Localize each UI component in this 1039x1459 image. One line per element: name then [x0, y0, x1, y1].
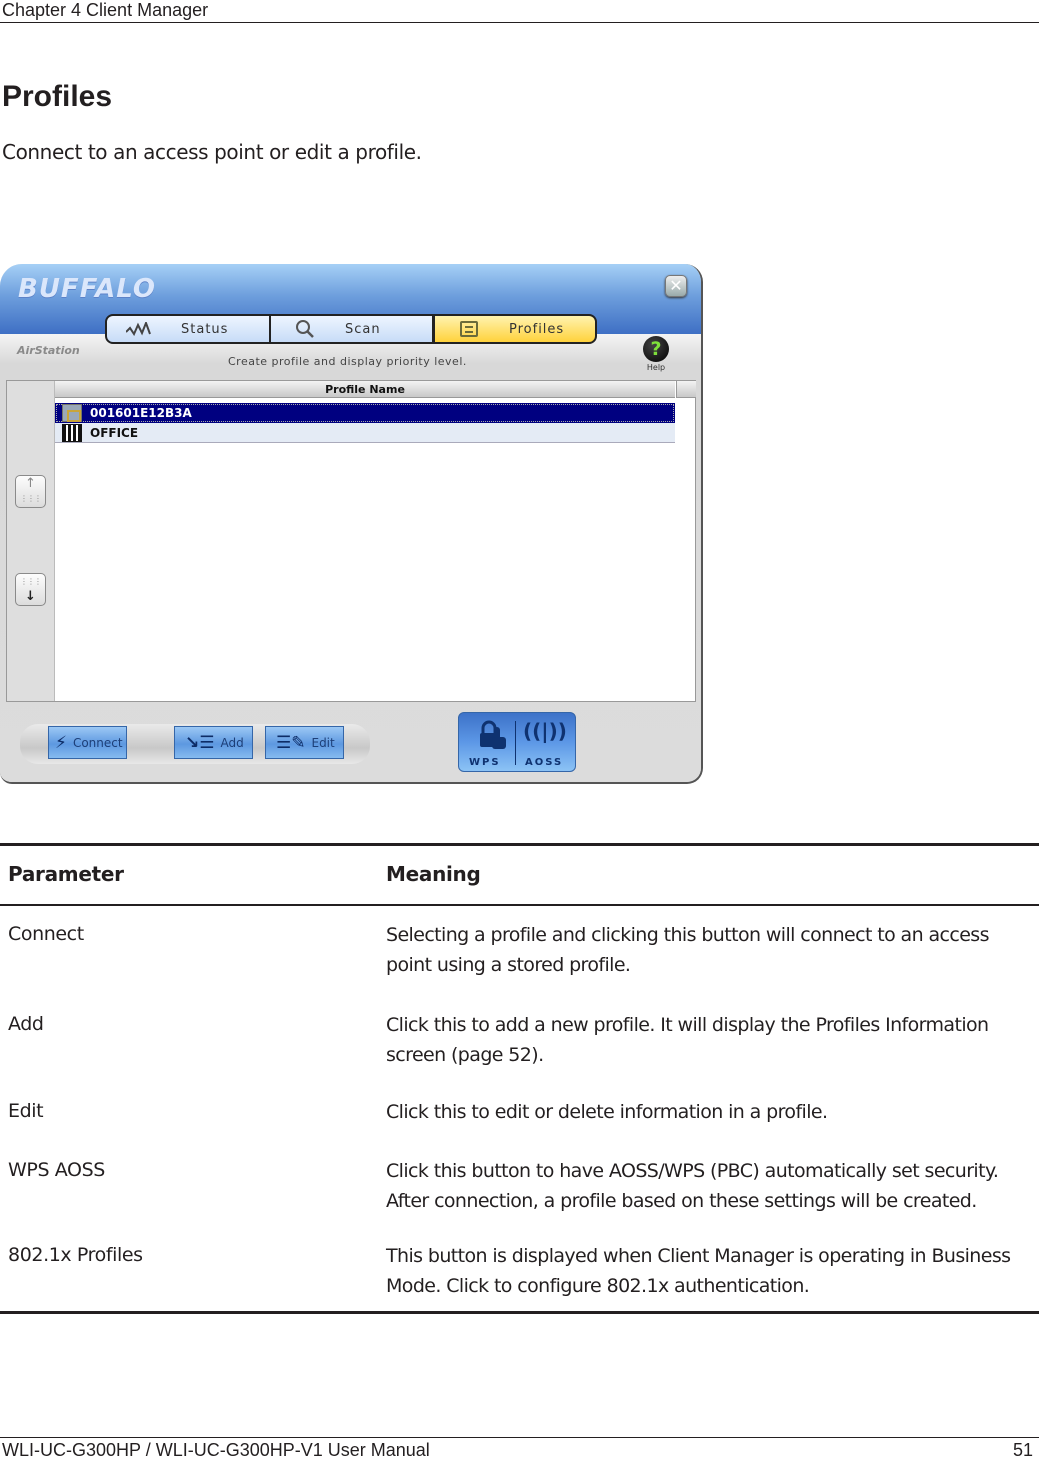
add-button[interactable]: ↘☰ Add — [174, 726, 253, 759]
table-row-meaning: Click this to edit or delete information… — [386, 1101, 828, 1123]
client-manager-window: BUFFALO ✕ Status Scan Profiles AirStatio… — [0, 264, 703, 784]
chapter-header: Chapter 4 Client Manager — [2, 0, 209, 20]
aoss-label: AOSS — [525, 757, 564, 768]
wireless-signal-icon: ((|)) — [523, 719, 567, 743]
magnifier-icon — [285, 319, 325, 339]
wps-aoss-button[interactable]: ((|)) WPS AOSS — [458, 712, 576, 772]
building-icon — [62, 423, 82, 442]
profile-name: OFFICE — [90, 425, 139, 440]
buffalo-logo: BUFFALO — [18, 274, 156, 304]
section-title: Profiles — [2, 80, 113, 113]
connect-icon: ⚡ — [55, 732, 67, 753]
home-network-icon — [62, 404, 82, 422]
move-down-button[interactable]: ⋮⋮⋮ ↓ — [15, 573, 46, 606]
lock-hand-icon — [477, 719, 509, 759]
tab-scan[interactable]: Scan — [271, 314, 434, 344]
header-divider — [0, 22, 1039, 23]
connect-label: Connect — [72, 735, 123, 750]
list-icon — [449, 321, 489, 337]
table-row-parameter: WPS AOSS — [8, 1159, 105, 1181]
table-row-parameter: Connect — [8, 923, 84, 945]
table-header-meaning: Meaning — [386, 862, 481, 886]
tab-status-label: Status — [181, 321, 229, 337]
edit-profile-icon: ☰✎ — [276, 732, 306, 753]
profile-list: ↑ ⋮⋮⋮ ⋮⋮⋮ ↓ Profile Name 001601E12B3A OF… — [6, 380, 696, 702]
table-row-meaning: Selecting a profile and clicking this bu… — [386, 924, 990, 976]
activity-wave-icon — [121, 322, 161, 336]
page-number: 51 — [1012, 1440, 1033, 1459]
table-top-rule — [0, 843, 1039, 846]
help-icon: ? — [643, 336, 669, 362]
table-row-meaning: This button is displayed when Client Man… — [386, 1245, 1011, 1297]
help-button[interactable]: ? Help — [640, 336, 672, 372]
tab-profiles[interactable]: Profiles — [434, 314, 597, 344]
profile-row[interactable]: 001601E12B3A — [55, 403, 675, 423]
priority-rail: ↑ ⋮⋮⋮ ⋮⋮⋮ ↓ — [7, 381, 55, 701]
edit-label: Edit — [311, 735, 335, 750]
connect-button[interactable]: ⚡ Connect — [48, 726, 127, 759]
tab-scan-label: Scan — [345, 321, 381, 337]
airstation-logo: AirStation — [17, 344, 80, 357]
tab-status[interactable]: Status — [105, 314, 271, 344]
table-row-parameter: 802.1x Profiles — [8, 1244, 143, 1266]
profile-row[interactable]: OFFICE — [55, 423, 675, 443]
edit-button[interactable]: ☰✎ Edit — [265, 726, 344, 759]
help-label: Help — [646, 363, 666, 372]
table-row-meaning: Click this to add a new profile. It will… — [386, 1014, 989, 1066]
table-row-meaning: Click this button to have AOSS/WPS (PBC)… — [386, 1160, 999, 1212]
arrow-up-icon: ↑ — [25, 476, 36, 491]
column-header-profile-name[interactable]: Profile Name — [55, 381, 675, 398]
footer-manual-title: WLI-UC-G300HP / WLI-UC-G300HP-V1 User Ma… — [2, 1440, 430, 1459]
table-bottom-rule — [0, 1311, 1039, 1314]
table-header-rule — [0, 904, 1039, 906]
profile-name: 001601E12B3A — [90, 406, 192, 420]
tab-profiles-label: Profiles — [509, 321, 565, 337]
table-header-parameter: Parameter — [8, 862, 124, 886]
section-intro: Connect to an access point or edit a pro… — [2, 140, 422, 164]
grip-dots-icon: ⋮⋮⋮ — [20, 494, 42, 503]
close-icon[interactable]: ✕ — [665, 275, 687, 297]
separator — [515, 721, 516, 765]
wps-label: WPS — [469, 757, 501, 768]
main-tabs: Status Scan Profiles — [105, 314, 597, 344]
move-up-button[interactable]: ↑ ⋮⋮⋮ — [15, 475, 46, 508]
window-subtitle: Create profile and display priority leve… — [228, 355, 467, 368]
add-profile-icon: ↘☰ — [185, 732, 215, 753]
column-header-spacer — [676, 381, 696, 398]
footer-divider — [0, 1437, 1039, 1438]
add-label: Add — [220, 735, 244, 750]
arrow-down-icon: ↓ — [25, 589, 36, 604]
grip-dots-icon: ⋮⋮⋮ — [20, 577, 42, 586]
table-row-parameter: Add — [8, 1013, 44, 1035]
table-row-parameter: Edit — [8, 1100, 44, 1122]
